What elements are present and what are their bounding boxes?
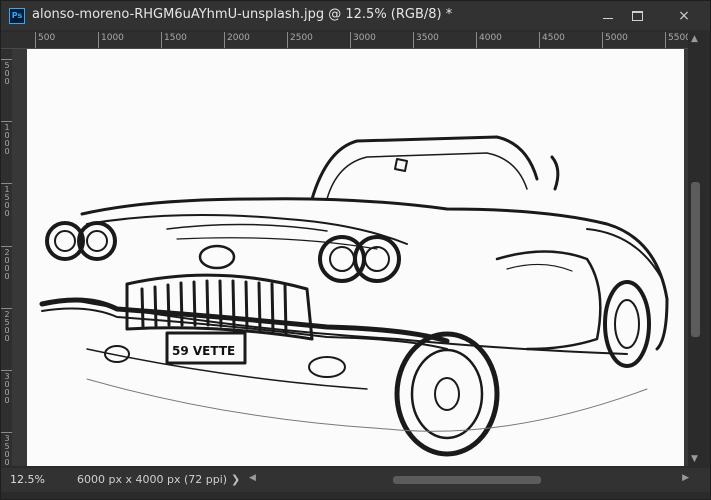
ruler-label: 5000 [605,33,628,43]
ruler-label: 3000 [353,33,376,43]
ruler-tick [413,32,414,48]
horizontal-scrollbar[interactable]: ◀ ▶ [249,473,689,486]
ruler-tick [287,32,288,48]
ruler-label: 2000 [4,248,10,281]
scroll-up-icon[interactable]: ▲ [691,34,698,44]
document-image[interactable]: 59 VETTE [27,49,684,466]
ruler-tick [1,432,12,433]
status-menu-arrow-icon[interactable]: ❯ [231,472,240,488]
ruler-label: 1000 [101,33,124,43]
ruler-label: 3500 [416,33,439,43]
horizontal-ruler[interactable]: 500 1000 1500 2000 2500 3000 3500 4000 4… [12,32,688,49]
ruler-tick [1,121,12,122]
close-icon: × [678,7,690,24]
scroll-down-icon[interactable]: ▼ [691,454,698,464]
ruler-tick [350,32,351,48]
ruler-tick [1,246,12,247]
ruler-label: 4500 [542,33,565,43]
ruler-tick [1,59,12,60]
ruler-tick [539,32,540,48]
ruler-tick [476,32,477,48]
ruler-tick [1,308,12,309]
ruler-tick [98,32,99,48]
document-title: alonso-moreno-RHGM6uAYhmU-unsplash.jpg @… [32,7,453,22]
ruler-label: 4000 [479,33,502,43]
photoshop-document-window: Ps alonso-moreno-RHGM6uAYhmU-unsplash.jp… [0,0,711,500]
ruler-tick [1,183,12,184]
ruler-tick [665,32,666,48]
title-bar[interactable]: Ps alonso-moreno-RHGM6uAYhmU-unsplash.jp… [1,1,710,30]
close-button[interactable]: × [661,1,707,30]
ruler-label: 2000 [227,33,250,43]
minimize-icon [603,18,613,19]
ruler-tick [1,370,12,371]
scroll-left-icon[interactable]: ◀ [249,473,256,483]
canvas-area[interactable]: 59 VETTE [12,49,688,466]
car-sketch-image: 59 VETTE [39,135,669,457]
maximize-icon [631,10,643,21]
photoshop-icon: Ps [9,8,25,24]
ruler-label: 1000 [4,123,10,156]
vertical-scroll-thumb[interactable] [691,182,700,337]
plate-text: 59 VETTE [172,344,235,358]
document-size-info: 6000 px x 4000 px (72 ppi) [77,473,228,486]
maximize-button[interactable] [620,1,654,30]
vertical-scrollbar[interactable]: ▲ ▼ [688,32,703,466]
ruler-tick [35,32,36,48]
ruler-label: 500 [38,33,56,43]
ruler-label: 3500 [4,434,10,467]
ruler-label: 1500 [164,33,187,43]
ruler-label: 1500 [4,185,10,218]
ruler-tick [602,32,603,48]
ruler-label: 2500 [4,310,10,343]
ruler-label: 2500 [290,33,313,43]
ruler-tick [224,32,225,48]
horizontal-scroll-thumb[interactable] [393,476,541,484]
status-bar: 12.5% 6000 px x 4000 px (72 ppi) ❯ ◀ ▶ [1,468,710,492]
scroll-right-icon[interactable]: ▶ [682,473,689,483]
ruler-label: 500 [4,61,10,86]
zoom-level-field[interactable]: 12.5% [10,472,60,488]
ruler-label: 5500 [668,33,688,43]
ruler-label: 3000 [4,372,10,405]
ruler-tick [161,32,162,48]
